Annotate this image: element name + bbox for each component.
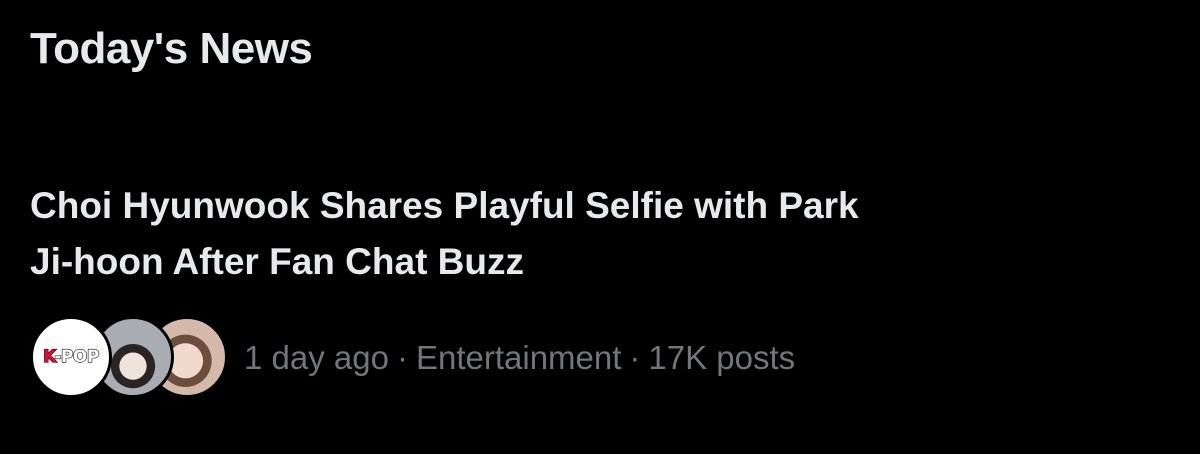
news-item[interactable]: Choi Hyunwook Shares Playful Selfie with… <box>30 178 1170 398</box>
kpop-logo-rest: -POP <box>54 346 100 367</box>
meta-separator: · <box>396 339 408 376</box>
news-category: Entertainment <box>415 339 622 376</box>
kpop-logo-avatar: K-POP <box>30 316 112 398</box>
news-post-count: 17K posts <box>648 339 796 376</box>
news-meta-row: K-POP 1 day ago · Entertainment · 17K posts <box>30 316 795 400</box>
section-title: Today's News <box>30 24 313 73</box>
news-meta-text: 1 day ago · Entertainment · 17K posts <box>244 339 795 377</box>
meta-separator: · <box>629 339 641 376</box>
news-headline[interactable]: Choi Hyunwook Shares Playful Selfie with… <box>30 178 910 290</box>
avatar-stack: K-POP <box>30 316 228 400</box>
kpop-logo-k: K <box>43 346 56 367</box>
news-timestamp: 1 day ago <box>244 339 389 376</box>
kpop-logo-icon: K-POP <box>43 346 100 367</box>
